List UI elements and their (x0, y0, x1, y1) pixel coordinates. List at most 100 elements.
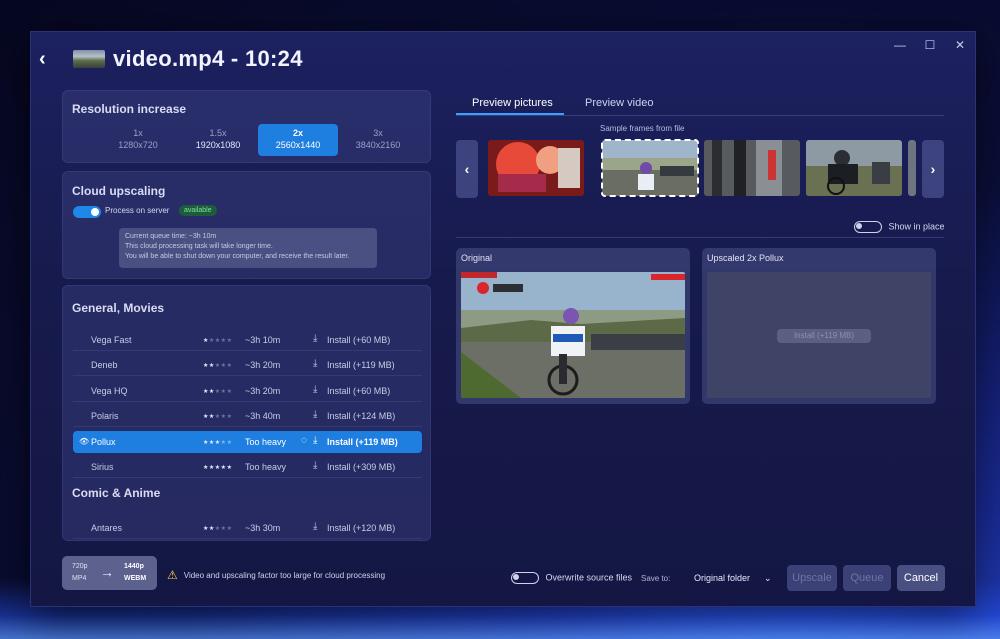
model-row[interactable]: Antares ★★★★★ ~3h 30m ⤓ Install (+120 MB) (73, 517, 422, 539)
model-name: Deneb (91, 360, 118, 370)
preview-tabs: Preview pictures Preview video (456, 94, 944, 116)
resolution-option-3x[interactable]: 3x 3840x2160 (338, 124, 418, 156)
save-folder-select[interactable]: Original folder ⌄ (694, 573, 772, 584)
model-row[interactable]: Sirius ★★★★★ Too heavy ⤓ Install (+309 MB) (73, 456, 422, 478)
format-conversion-badge: 720p MP4 → 1440p WEBM (62, 556, 157, 590)
frame-thumbnail-selected[interactable] (601, 139, 699, 197)
video-thumbnail (73, 50, 105, 68)
model-row[interactable]: Deneb ★★★★★ ~3h 20m ⤓ Install (+119 MB) (73, 354, 422, 376)
quality-stars: ★★★★★ (203, 464, 232, 471)
show-in-place-control[interactable]: Show in place (854, 221, 945, 233)
cancel-button[interactable]: Cancel (897, 565, 945, 591)
show-in-place-label: Show in place (888, 221, 945, 232)
install-button[interactable]: Install (+124 MB) (327, 411, 395, 421)
upscaled-label: Upscaled 2x Pollux (707, 253, 784, 263)
install-button[interactable]: Install (+60 MB) (327, 386, 390, 396)
process-on-server-toggle[interactable] (73, 206, 101, 218)
install-button[interactable]: Install (+119 MB) (327, 437, 398, 447)
queue-line: You will be able to shut down your compu… (125, 253, 350, 260)
loading-spinner-icon: ◌ (301, 435, 307, 446)
active-tab-indicator (456, 113, 564, 115)
group-title-comic: Comic & Anime (72, 486, 161, 500)
install-button[interactable]: Install (+119 MB) (327, 360, 395, 370)
chevron-down-icon: ⌄ (764, 573, 772, 583)
upscale-button[interactable]: Upscale (787, 565, 837, 591)
resolution-dims: 2560x1440 (275, 140, 321, 150)
tab-preview-video[interactable]: Preview video (585, 97, 653, 109)
download-icon[interactable]: ⤓ (313, 358, 317, 369)
model-name: Sirius (91, 462, 114, 472)
maximize-button[interactable]: ☐ (923, 38, 937, 52)
model-row[interactable]: Vega HQ ★★★★★ ~3h 20m ⤓ Install (+60 MB) (73, 380, 422, 402)
overwrite-source-toggle[interactable] (511, 572, 539, 584)
download-icon[interactable]: ⤓ (313, 521, 317, 532)
quality-stars: ★★★★★ (203, 388, 232, 395)
eye-icon: 👁 (79, 437, 90, 446)
frame-thumbnail[interactable] (704, 140, 800, 196)
group-title-general: General, Movies (72, 301, 165, 315)
close-button[interactable]: ✕ (953, 38, 967, 52)
original-preview-image (461, 272, 685, 398)
download-icon[interactable]: ⤓ (313, 460, 317, 471)
model-time: ~3h 40m (245, 411, 281, 421)
model-time: ~3h 10m (245, 335, 281, 345)
page-title: video.mp4 - 10:24 (113, 46, 303, 71)
divider (456, 237, 944, 238)
resolution-factor: 3x (373, 128, 383, 138)
cloud-panel: Cloud upscaling Process on server availa… (62, 171, 431, 279)
chevron-left-icon[interactable]: ‹ (456, 140, 478, 198)
model-time: Too heavy (245, 437, 287, 447)
upscaled-install-status: Install (+119 MB) (777, 329, 871, 343)
resolution-factor: 2x (292, 128, 303, 138)
frame-thumbnail-partial[interactable] (908, 140, 916, 196)
status-badge: available (179, 205, 217, 216)
model-time: ~3h 20m (245, 386, 281, 396)
warning-icon: ⚠ (167, 568, 178, 582)
download-icon[interactable]: ⤓ (313, 435, 317, 446)
resolution-option-1-5x[interactable]: 1.5x 1920x1080 (178, 124, 258, 156)
install-button[interactable]: Install (+120 MB) (327, 523, 395, 533)
window-controls: — ☐ ✕ (893, 38, 967, 52)
minimize-button[interactable]: — (893, 38, 907, 52)
star-icon: ★ (226, 389, 233, 395)
model-row[interactable]: 👁 Pollux ★★★★★ Too heavy ◌ ⤓ Install (+119 MB) (73, 431, 422, 453)
quality-stars: ★★★★★ (203, 439, 232, 446)
star-icon: ★ (226, 414, 233, 420)
title-bar: ‹ video.mp4 - 10:24 (39, 46, 303, 72)
overwrite-source-label: Overwrite source files (545, 572, 633, 583)
sample-frames-label: Sample frames from file (600, 124, 685, 133)
model-time: ~3h 20m (245, 360, 281, 370)
download-icon[interactable]: ⤓ (313, 409, 317, 420)
chevron-right-icon[interactable]: › (922, 140, 944, 198)
frame-thumbnail[interactable] (488, 140, 584, 196)
process-on-server-label: Process on server (105, 206, 170, 215)
quality-stars: ★★★★★ (203, 525, 232, 532)
upscaled-preview-card: Upscaled 2x Pollux Install (+119 MB) (702, 248, 936, 404)
install-button[interactable]: Install (+309 MB) (327, 462, 395, 472)
resolution-option-1x[interactable]: 1x 1280x720 (98, 124, 178, 156)
app-window: — ☐ ✕ ‹ video.mp4 - 10:24 Resolution inc… (30, 31, 976, 607)
download-icon[interactable]: ⤓ (313, 384, 317, 395)
queue-line: Current queue time: ~3h 10m (125, 233, 217, 240)
install-button[interactable]: Install (+60 MB) (327, 335, 390, 345)
tab-preview-pictures[interactable]: Preview pictures (472, 97, 553, 109)
upscaled-preview-placeholder: Install (+119 MB) (707, 272, 931, 398)
resolution-title: Resolution increase (72, 102, 187, 116)
resolution-factor: 1.5x (209, 128, 227, 138)
model-row[interactable]: Polaris ★★★★★ ~3h 40m ⤓ Install (+124 MB) (73, 405, 422, 427)
original-label: Original (461, 253, 493, 263)
model-name: Vega HQ (91, 386, 128, 396)
model-name: Antares (91, 523, 123, 533)
frame-thumbnail[interactable] (806, 140, 902, 196)
resolution-option-2x[interactable]: 2x 2560x1440 (258, 124, 338, 156)
resolution-factor: 1x (133, 128, 143, 138)
star-icon: ★ (226, 440, 233, 446)
overwrite-source-control[interactable]: Overwrite source files (511, 572, 632, 584)
model-row[interactable]: Vega Fast ★★★★★ ~3h 10m ⤓ Install (+60 MB) (73, 329, 422, 351)
model-name: Polaris (91, 411, 119, 421)
quality-stars: ★★★★★ (203, 413, 232, 420)
show-in-place-toggle[interactable] (854, 221, 882, 233)
back-arrow-icon[interactable]: ‹ (39, 48, 59, 71)
download-icon[interactable]: ⤓ (313, 333, 317, 344)
queue-button[interactable]: Queue (843, 565, 891, 591)
